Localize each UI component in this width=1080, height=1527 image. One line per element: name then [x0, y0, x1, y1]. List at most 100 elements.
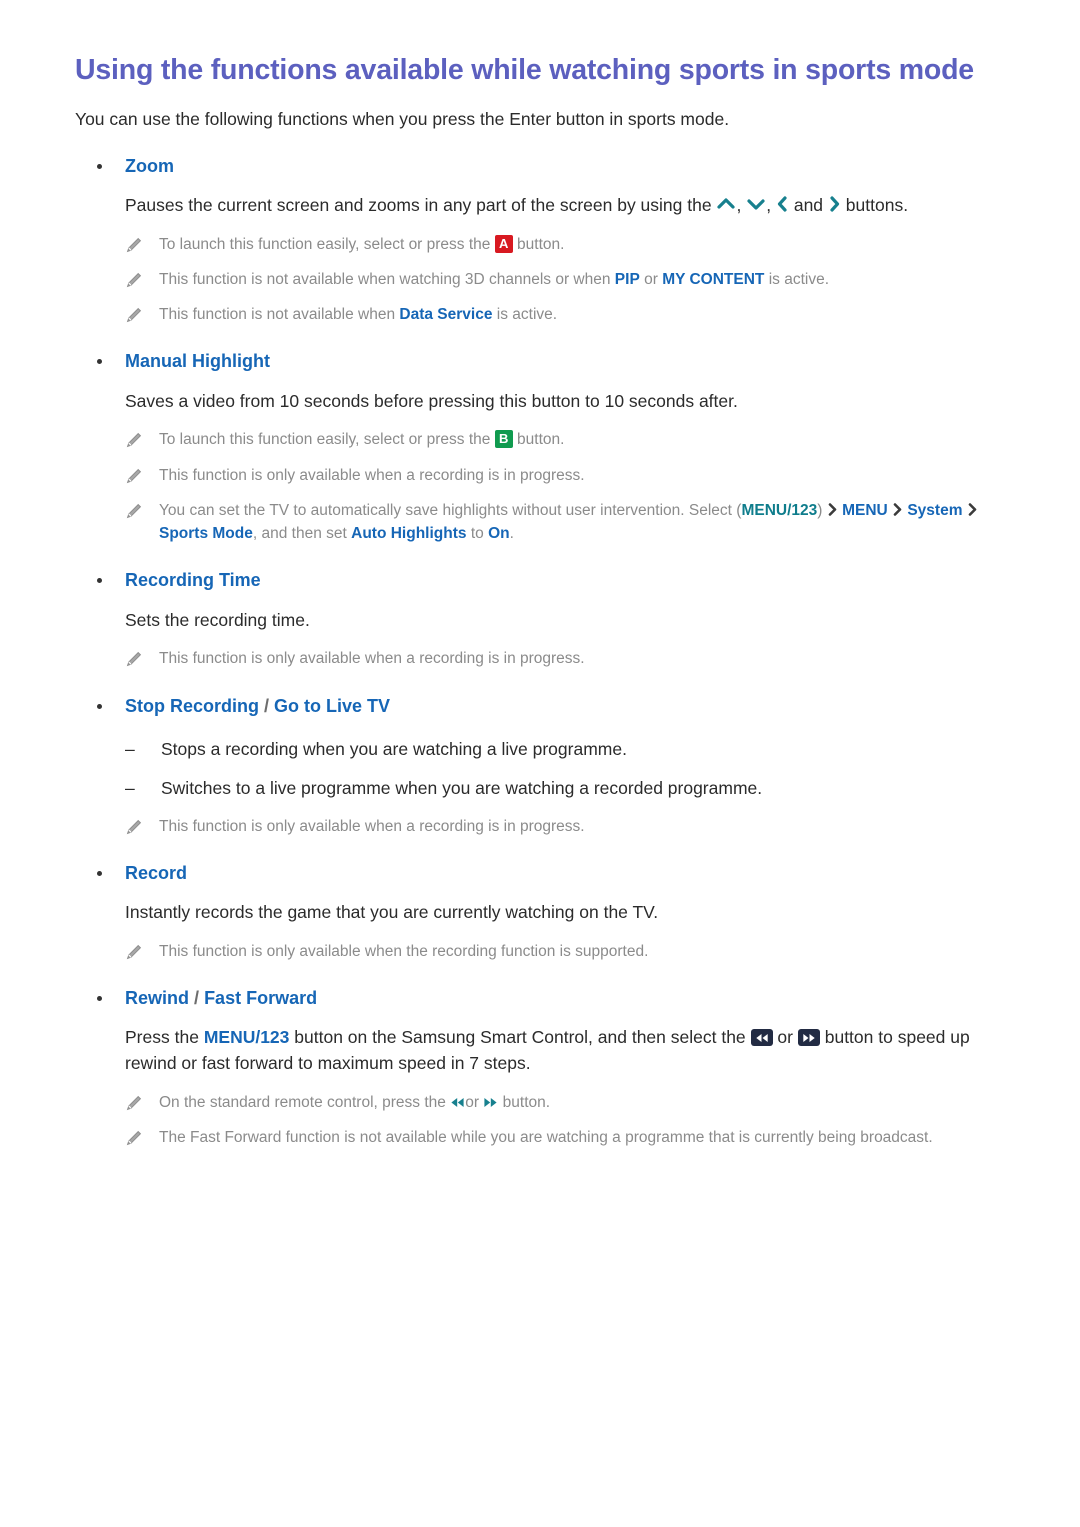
section-heading-rewind-fast-forward: Rewind / Fast Forward	[75, 985, 1005, 1011]
note-text-mid: or	[644, 270, 658, 288]
note-text-post: .	[509, 525, 514, 543]
pencil-icon	[125, 1095, 142, 1112]
keyword-on: On	[488, 525, 510, 543]
note-item: This function is only available when a r…	[75, 464, 1005, 487]
closing-paren: )	[817, 501, 823, 519]
section-heading-zoom: Zoom	[75, 153, 1005, 179]
chevron-right-icon	[828, 195, 841, 213]
chevron-down-icon	[746, 195, 766, 213]
note-text: This function is only available when the…	[159, 942, 649, 960]
note-text-pre: This function is not available when watc…	[159, 270, 611, 288]
section-label-part-1: Stop Recording	[125, 695, 259, 716]
note-item: On the standard remote control, press th…	[75, 1091, 1005, 1114]
note-text-pre: This function is not available when	[159, 306, 396, 324]
zoom-description-text-before: Pauses the current screen and zooms in a…	[125, 194, 712, 215]
comma-1: ,	[736, 194, 742, 215]
note-text: This function is only available when a r…	[159, 466, 585, 484]
dash-marker-icon: –	[125, 777, 135, 798]
red-a-button-badge: A	[494, 234, 513, 253]
note-item: This function is not available when Data…	[75, 303, 1005, 326]
fast-forward-icon	[797, 1029, 820, 1047]
note-text-pre: You can set the TV to automatically save…	[159, 501, 742, 519]
chevron-up-icon	[716, 195, 736, 213]
note-text-post: button.	[517, 235, 565, 253]
section-label-part-2: Fast Forward	[204, 988, 318, 1009]
keyword-data-service: Data Service	[399, 306, 493, 324]
section-heading-recording-time: Recording Time	[75, 567, 1005, 593]
section-label: Manual Highlight	[125, 351, 270, 372]
note-text: The Fast Forward function is not availab…	[159, 1129, 933, 1147]
note-text-mid: , and then set	[252, 525, 347, 543]
section-label: Zoom	[125, 155, 174, 176]
chevron-left-icon	[776, 195, 789, 213]
note-item: To launch this function easily, select o…	[75, 233, 1005, 256]
recording-time-description: Sets the recording time.	[125, 609, 310, 630]
pencil-icon	[125, 468, 142, 485]
section-heading-manual-highlight: Manual Highlight	[75, 348, 1005, 374]
pencil-icon	[125, 503, 142, 520]
pencil-icon	[125, 651, 142, 668]
note-item: To launch this function easily, select o…	[75, 428, 1005, 451]
green-b-button-badge: B	[494, 430, 513, 449]
dash-marker-icon: –	[125, 738, 135, 759]
section-label-part-2: Go to Live TV	[274, 695, 391, 716]
note-text-post: is active.	[768, 270, 830, 288]
bullet-dot-icon	[97, 163, 102, 169]
note-text-post: button.	[517, 431, 565, 449]
note-text-pre: On the standard remote control, press th…	[159, 1093, 446, 1111]
dash-list-item: – Stops a recording when you are watchin…	[75, 737, 1005, 763]
section-label-part-1: Rewind	[125, 988, 190, 1009]
conjunction-and: and	[793, 194, 824, 215]
pencil-icon	[125, 432, 142, 449]
section-heading-record: Record	[75, 860, 1005, 886]
keyword-menu123: MENU/123	[203, 1027, 290, 1048]
rewind-description: Press the MENU/123 button on the Samsung…	[75, 1025, 1005, 1077]
chevron-right-icon	[892, 502, 903, 517]
note-text-to: to	[470, 525, 484, 543]
zoom-description-text-after: buttons.	[845, 194, 909, 215]
note-text-pre: To launch this function easily, select o…	[159, 235, 491, 253]
note-text-pre: To launch this function easily, select o…	[159, 431, 491, 449]
rewind-text-2: button on the Samsung Smart Control, and…	[294, 1027, 746, 1048]
comma-2: ,	[766, 194, 772, 215]
note-item: This function is only available when a r…	[75, 647, 1005, 670]
section-label: Stop Recording / Go to Live TV	[125, 693, 390, 719]
document-page: Using the functions available while watc…	[0, 0, 1080, 1149]
note-text: On the standard remote control, press th…	[159, 1091, 550, 1114]
chevron-right-icon	[967, 502, 978, 517]
note-item: The Fast Forward function is not availab…	[75, 1126, 1005, 1149]
note-item: You can set the TV to automatically save…	[75, 499, 1005, 546]
pencil-icon	[125, 307, 142, 324]
intro-paragraph: You can use the following functions when…	[75, 109, 730, 130]
note-text: This function is not available when Data…	[159, 303, 557, 326]
note-text: This function is only available when a r…	[159, 650, 585, 668]
section-label: Rewind / Fast Forward	[125, 985, 317, 1011]
keyword-auto-highlights: Auto Highlights	[351, 525, 467, 543]
section-heading-stop-recording: Stop Recording / Go to Live TV	[75, 693, 1005, 719]
note-item: This function is only available when a r…	[75, 815, 1005, 838]
note-text: To launch this function easily, select o…	[159, 428, 564, 451]
dash-list-text: Switches to a live programme when you ar…	[161, 777, 763, 798]
chevron-right-icon	[827, 502, 838, 517]
rewind-icon	[750, 1029, 773, 1047]
keyword-menu: MENU	[842, 501, 888, 519]
section-label: Record	[125, 862, 188, 883]
keyword-system: System	[907, 501, 963, 519]
pencil-icon	[125, 237, 142, 254]
note-text: To launch this function easily, select o…	[159, 233, 564, 256]
section-label-separator: /	[264, 695, 270, 716]
keyword-sports-mode: Sports Mode	[159, 525, 253, 543]
note-text: You can set the TV to automatically save…	[159, 499, 1005, 546]
bullet-dot-icon	[97, 703, 102, 709]
rewind-text-1: Press the	[125, 1027, 199, 1048]
fast-forward-icon	[483, 1096, 498, 1109]
manual-highlight-description: Saves a video from 10 seconds before pre…	[125, 390, 738, 411]
pencil-icon	[125, 819, 142, 836]
pencil-icon	[125, 944, 142, 961]
note-item: This function is not available when watc…	[75, 268, 1005, 291]
keyword-my-content: MY CONTENT	[662, 270, 765, 288]
bullet-dot-icon	[97, 996, 102, 1002]
note-text-or: or	[465, 1093, 480, 1111]
bullet-dot-icon	[97, 578, 102, 584]
note-text-post: button.	[502, 1093, 551, 1111]
